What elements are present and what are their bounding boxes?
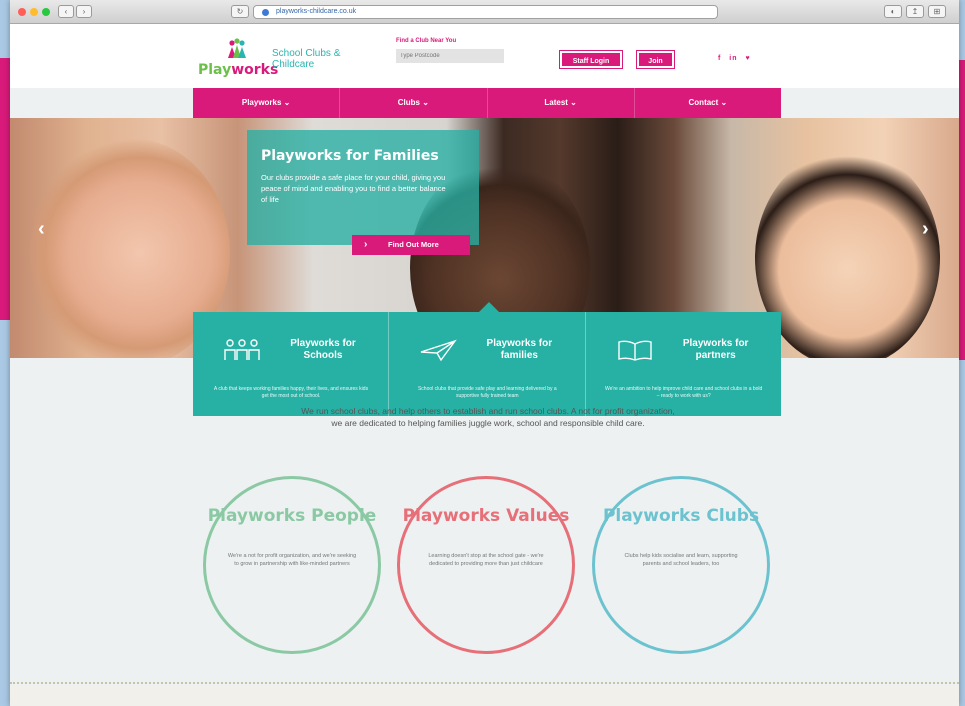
join-button[interactable]: Join	[637, 51, 674, 68]
circle-playworks-people[interactable]: Playworks People We're a not for profit …	[203, 476, 381, 654]
close-window-icon[interactable]	[18, 8, 26, 16]
slider-next-arrow-icon[interactable]: ›	[922, 218, 929, 241]
share-icon[interactable]: ↥	[906, 5, 924, 18]
circle-people-title: Playworks People	[207, 506, 377, 526]
site-tagline: School Clubs & Childcare	[272, 48, 341, 70]
forward-button[interactable]: ›	[76, 5, 92, 18]
panel-partners[interactable]: Playworks for partners We're an ambition…	[586, 312, 781, 416]
slider-prev-arrow-icon[interactable]: ‹	[38, 218, 45, 241]
circle-values-title: Playworks Values	[402, 506, 570, 526]
facebook-icon[interactable]: f	[718, 55, 721, 62]
circle-values-text: Learning doesn't stop at the school gate…	[428, 553, 544, 567]
hero-caption: Playworks for Families Our clubs provide…	[247, 130, 479, 245]
nav-item-clubs[interactable]: Clubs ⌄	[340, 88, 488, 118]
hero-photo-child-right	[755, 148, 940, 358]
find-out-more-button[interactable]: › Find Out More	[352, 235, 470, 255]
reload-button[interactable]: ↻	[231, 5, 249, 18]
circle-clubs-text: Clubs help kids socialise and learn, sup…	[624, 553, 738, 567]
footer-strip	[10, 686, 959, 706]
nav-item-latest[interactable]: Latest ⌄	[488, 88, 635, 118]
open-book-icon	[617, 340, 652, 361]
browser-toolbar: ‹ › ↻ playworks-childcare.co.uk ◐ ↥ ⊞	[10, 0, 959, 24]
panel-schools-title: Playworks for Schools	[290, 338, 356, 361]
address-url: playworks-childcare.co.uk	[276, 8, 357, 15]
panel-families-text: School clubs that provide safe play and …	[417, 386, 557, 399]
section-divider	[10, 682, 959, 685]
playworks-logo[interactable]: Playworks	[198, 36, 278, 80]
circle-people-text: We're a not for profit organization, and…	[227, 553, 357, 567]
panel-partners-text: We're an ambition to help improve child …	[604, 386, 763, 399]
find-club-label: Find a Club Near You	[396, 38, 457, 44]
hero-title: Playworks for Families	[261, 148, 439, 164]
nav-item-contact[interactable]: Contact ⌄	[635, 88, 781, 118]
paper-plane-icon	[421, 339, 458, 362]
main-nav: Playworks ⌄ Clubs ⌄ Latest ⌄ Contact ⌄	[193, 88, 781, 118]
linkedin-icon[interactable]: in	[729, 55, 737, 62]
circle-playworks-values[interactable]: Playworks Values Learning doesn't stop a…	[397, 476, 575, 654]
panel-families[interactable]: Playworks for families School clubs that…	[389, 312, 586, 416]
tabs-icon[interactable]: ⊞	[928, 5, 946, 18]
nav-item-playworks[interactable]: Playworks ⌄	[193, 88, 341, 118]
audience-panels: Playworks for Schools A club that keeps …	[193, 302, 781, 416]
address-bar[interactable]: playworks-childcare.co.uk	[253, 5, 718, 19]
school-children-icon	[224, 339, 260, 360]
postcode-input[interactable]	[396, 49, 504, 63]
intro-text: We run school clubs, and help others to …	[301, 406, 675, 428]
social-links: f in ♥	[718, 55, 756, 62]
circle-clubs-title: Playworks Clubs	[602, 506, 760, 526]
logo-figures-icon	[228, 38, 246, 58]
hero-text: Our clubs provide a safe place for your …	[261, 173, 446, 204]
minimize-window-icon[interactable]	[30, 8, 38, 16]
panel-families-title: Playworks for families	[486, 338, 553, 361]
site-identity-icon	[262, 9, 269, 16]
webpage: Playworks School Clubs & Childcare Find …	[10, 24, 959, 706]
toolbar-icon-1[interactable]: ◐	[884, 5, 902, 18]
heart-icon[interactable]: ♥	[745, 55, 750, 62]
maximize-window-icon[interactable]	[42, 8, 50, 16]
circle-playworks-clubs[interactable]: Playworks Clubs Clubs help kids socialis…	[592, 476, 770, 654]
site-header: Playworks School Clubs & Childcare Find …	[10, 24, 959, 88]
panel-schools[interactable]: Playworks for Schools A club that keeps …	[193, 312, 390, 416]
panel-schools-text: A club that keeps working families happy…	[213, 386, 369, 399]
panel-partners-title: Playworks for partners	[682, 338, 749, 361]
club-finder: Find a Club Near You	[396, 38, 504, 63]
back-button[interactable]: ‹	[58, 5, 74, 18]
find-out-more-label: Find Out More	[388, 240, 439, 249]
logo-text-play: Play	[198, 62, 232, 78]
staff-login-button[interactable]: Staff Login	[560, 51, 622, 68]
chevron-right-icon: ›	[364, 239, 368, 250]
panel-notch	[479, 302, 499, 312]
browser-window: ‹ › ↻ playworks-childcare.co.uk ◐ ↥ ⊞ Pl…	[10, 0, 959, 706]
